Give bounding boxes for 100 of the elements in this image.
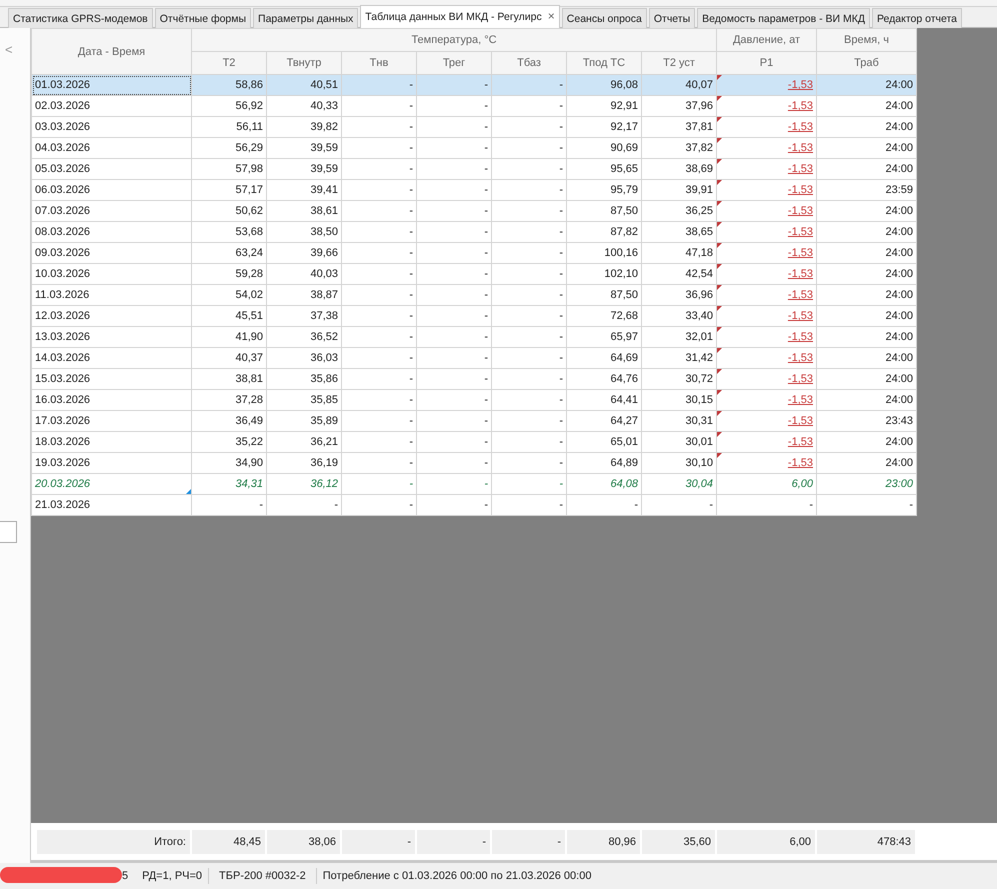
tab[interactable]: Параметры данных (253, 8, 358, 29)
column-group-header: Давление, ат (716, 28, 816, 52)
table-cell: 53,68 (192, 222, 266, 242)
total-cell: 478:43 (817, 830, 915, 854)
table-cell: 32,01 (642, 326, 716, 348)
column-header[interactable]: Т2 (192, 52, 266, 74)
status-text: ТБР-200 #0032-2 (209, 868, 317, 884)
table-cell: 87,50 (566, 284, 642, 306)
total-cell: 48,45 (192, 830, 265, 854)
table-cell: 13.03.2026 (32, 326, 192, 348)
table-cell: 37,38 (266, 306, 342, 326)
table-cell: 56,11 (192, 116, 266, 138)
table-cell: 16.03.2026 (32, 390, 192, 410)
collapse-icon[interactable]: < (5, 42, 13, 57)
table-cell: - (342, 158, 416, 180)
table-cell: 18.03.2026 (32, 432, 192, 452)
table-cell: - (492, 474, 566, 494)
column-header[interactable]: P1 (716, 52, 816, 74)
table-cell: 24:00 (816, 306, 916, 326)
table-cell: 57,17 (192, 180, 266, 200)
table-cell: 56,92 (192, 96, 266, 116)
table-cell: - (342, 116, 416, 138)
tab[interactable]: Ведомость параметров - ВИ МКД (697, 8, 870, 29)
table-cell: 58,86 (192, 74, 266, 96)
table-cell: 33,40 (642, 306, 716, 326)
table-cell: 02.03.2026 (32, 96, 192, 116)
table-cell: 37,96 (642, 96, 716, 116)
table-cell: 34,90 (192, 452, 266, 474)
panel-handle[interactable] (0, 521, 17, 543)
table-cell: 36,19 (266, 452, 342, 474)
table-cell: 30,04 (642, 474, 716, 494)
tab[interactable]: Редактор отчета (872, 8, 962, 29)
table-cell: 65,01 (566, 432, 642, 452)
table-cell: 64,89 (566, 452, 642, 474)
column-header[interactable]: Трег (416, 52, 492, 74)
table-cell: 24:00 (816, 158, 916, 180)
table-cell: - (342, 452, 416, 474)
table-cell: - (342, 74, 416, 96)
tab[interactable]: Отчётные формы (154, 8, 252, 29)
tab[interactable]: Таблица данных ВИ МКД - Регулирс × (360, 5, 560, 29)
table-cell: 23:59 (816, 180, 916, 200)
table-cell: 24:00 (816, 116, 916, 138)
column-header[interactable]: Твнутр (266, 52, 342, 74)
table-cell: 35,85 (266, 390, 342, 410)
table-cell: 24:00 (816, 452, 916, 474)
table-cell: -1,53 (716, 96, 816, 116)
tab[interactable]: Статистика GPRS-модемов (8, 8, 153, 29)
table-cell: - (342, 264, 416, 284)
table-cell: -1,53 (716, 180, 816, 200)
table-cell: - (492, 180, 566, 200)
table-cell: 95,65 (566, 158, 642, 180)
table-cell: - (492, 432, 566, 452)
table-cell: - (492, 410, 566, 432)
table-cell: 64,76 (566, 368, 642, 390)
table-cell: 63,24 (192, 242, 266, 264)
table-cell: -1,53 (716, 432, 816, 452)
column-header[interactable]: Траб (816, 52, 916, 74)
table-cell: -1,53 (716, 284, 816, 306)
column-header[interactable]: Тбаз (492, 52, 566, 74)
close-icon[interactable]: × (548, 9, 555, 23)
table-cell: - (492, 390, 566, 410)
status-text: РД=1, РЧ=0 (134, 868, 210, 884)
column-header[interactable]: Тпод ТС (566, 52, 642, 74)
table-cell: 06.03.2026 (32, 180, 192, 200)
table-cell: 21.03.2026 (32, 494, 192, 516)
tab[interactable]: Сеансы опроса (562, 8, 647, 29)
table-cell: 24:00 (816, 326, 916, 348)
column-header[interactable]: Т2 уст (642, 52, 716, 74)
table-cell: 40,03 (266, 264, 342, 284)
tab[interactable]: Отчеты (648, 8, 696, 29)
table-cell: 96,08 (566, 74, 642, 96)
column-group-header: Время, ч (816, 28, 916, 52)
table-cell: - (416, 390, 492, 410)
table-cell: 10.03.2026 (32, 264, 192, 284)
table-cell: - (716, 494, 816, 516)
table-cell: 36,96 (642, 284, 716, 306)
table-cell: - (416, 96, 492, 116)
table-cell: 38,61 (266, 200, 342, 222)
table-cell: -1,53 (716, 200, 816, 222)
table-cell: - (492, 326, 566, 348)
table-cell: 07.03.2026 (32, 200, 192, 222)
table-cell: -1,53 (716, 138, 816, 158)
table-cell: - (416, 452, 492, 474)
table-cell: 24:00 (816, 222, 916, 242)
table-cell: 40,37 (192, 348, 266, 368)
table-cell: 36,03 (266, 348, 342, 368)
table-cell: 90,69 (566, 138, 642, 158)
column-header[interactable]: Тнв (342, 52, 416, 74)
table-cell: 24:00 (816, 390, 916, 410)
table-cell: - (492, 222, 566, 242)
column-header[interactable]: Дата - Время (32, 28, 192, 74)
table-cell: - (492, 158, 566, 180)
table-cell: - (342, 284, 416, 306)
table-cell: - (416, 432, 492, 452)
table-cell: -1,53 (716, 390, 816, 410)
table-cell: - (342, 200, 416, 222)
table-cell: - (416, 326, 492, 348)
table-cell: 59,28 (192, 264, 266, 284)
table-cell: - (566, 494, 642, 516)
table-cell: - (492, 452, 566, 474)
